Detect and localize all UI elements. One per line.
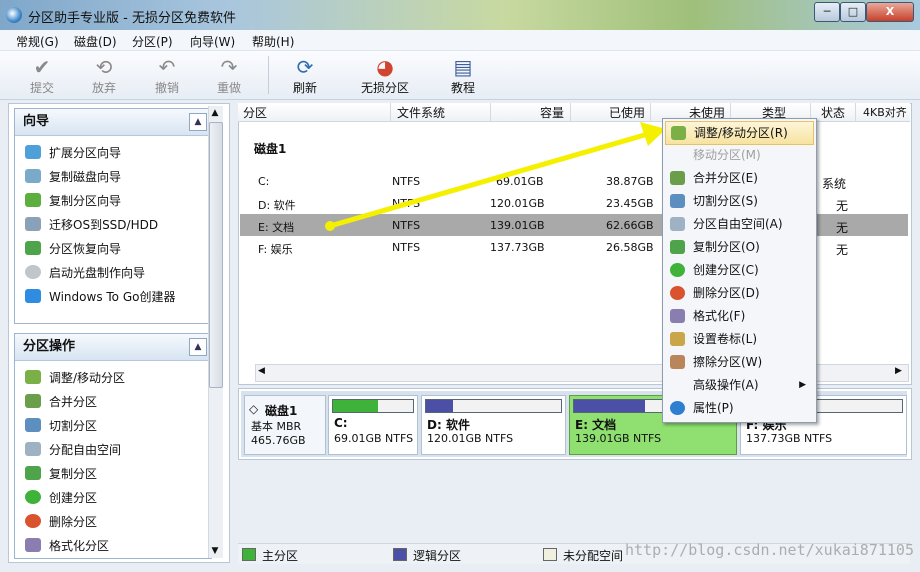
ctx-label: 擦除分区(W) [693, 355, 763, 369]
arrow-tail-dot [325, 221, 335, 231]
ctx-label: 合并分区(E) [693, 171, 758, 185]
ctx-label: 删除分区(D) [693, 286, 760, 300]
create-icon [670, 263, 685, 277]
ctx-label: 分区自由空间(A) [693, 217, 783, 231]
ctx-label: 复制分区(O) [693, 240, 760, 254]
ctx-label: 格式化(F) [693, 309, 746, 323]
ctx-split[interactable]: 切割分区(S) [665, 190, 814, 212]
format-icon [670, 309, 685, 323]
context-menu: 调整/移动分区(R) 移动分区(M) 合并分区(E) 切割分区(S) 分区自由空… [662, 118, 817, 423]
ctx-move[interactable]: 移动分区(M) [665, 144, 814, 166]
arrow-shaft [327, 131, 651, 229]
delete-icon [670, 286, 685, 300]
ctx-label: 调整/移动分区(R) [694, 126, 788, 140]
ctx-format[interactable]: 格式化(F) [665, 305, 814, 327]
ctx-advanced[interactable]: 高级操作(A) ▶ [665, 374, 814, 396]
ctx-label: 属性(P) [693, 401, 734, 415]
ctx-create[interactable]: 创建分区(C) [665, 259, 814, 281]
ctx-merge[interactable]: 合并分区(E) [665, 167, 814, 189]
submenu-arrow-icon: ▶ [799, 380, 806, 390]
wipe-icon [670, 355, 685, 369]
resize-icon [671, 126, 686, 140]
ctx-allocate[interactable]: 分区自由空间(A) [665, 213, 814, 235]
allocate-icon [670, 217, 685, 231]
ctx-set-label[interactable]: 设置卷标(L) [665, 328, 814, 350]
split-icon [670, 194, 685, 208]
ctx-label: 创建分区(C) [693, 263, 759, 277]
merge-icon [670, 171, 685, 185]
ctx-label: 移动分区(M) [693, 148, 761, 162]
ctx-label: 设置卷标(L) [693, 332, 758, 346]
ctx-resize-move[interactable]: 调整/移动分区(R) [665, 121, 814, 145]
ctx-label: 切割分区(S) [693, 194, 758, 208]
copy-icon [670, 240, 685, 254]
ctx-label: 高级操作(A) [693, 378, 759, 392]
ctx-properties[interactable]: 属性(P) [665, 397, 814, 419]
label-icon [670, 332, 685, 346]
ctx-delete[interactable]: 删除分区(D) [665, 282, 814, 304]
info-icon [670, 401, 685, 415]
ctx-wipe[interactable]: 擦除分区(W) [665, 351, 814, 373]
ctx-copy[interactable]: 复制分区(O) [665, 236, 814, 258]
